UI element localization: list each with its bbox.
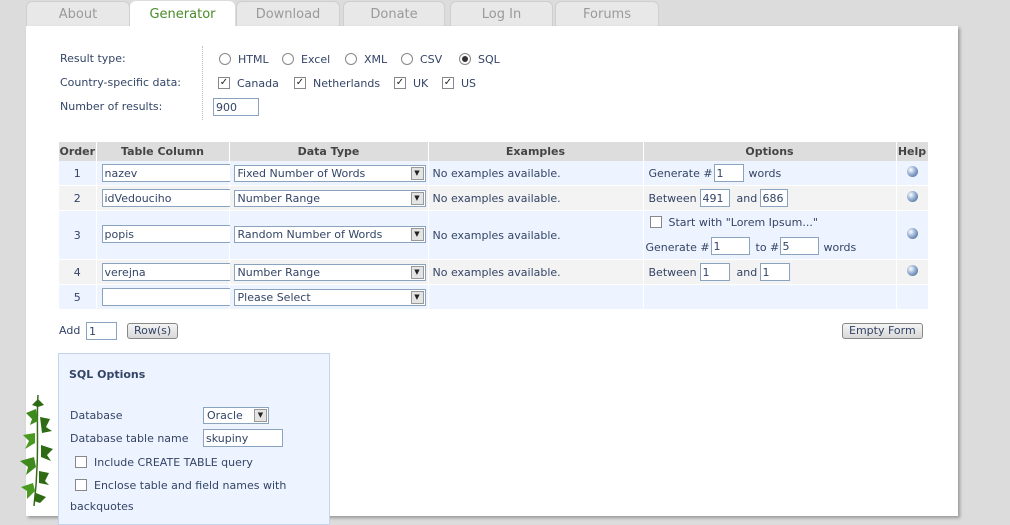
header-table-column: Table Column: [96, 142, 230, 161]
table-row: 2 Number Range▼ No examples available. B…: [59, 185, 929, 211]
result-type-label: Result type:: [60, 52, 126, 65]
range-min-input[interactable]: [699, 189, 730, 207]
column-name-input[interactable]: [101, 164, 232, 182]
database-label: Database: [70, 409, 123, 422]
column-name-input[interactable]: [101, 225, 232, 243]
chevron-down-icon: ▼: [410, 167, 424, 180]
tab-about[interactable]: About: [26, 1, 130, 26]
tab-download[interactable]: Download: [236, 1, 340, 26]
row-order: 3: [59, 210, 97, 260]
option-label: words: [823, 241, 857, 254]
words-count-input[interactable]: [713, 164, 744, 182]
option-label: to #: [755, 241, 780, 254]
examples-text: No examples available.: [428, 185, 644, 211]
table-name-input[interactable]: [203, 429, 283, 447]
sql-options-title: SQL Options: [69, 368, 146, 381]
result-type-html[interactable]: HTML: [219, 52, 269, 66]
tab-generator[interactable]: Generator: [130, 1, 235, 28]
include-create-table-checkbox[interactable]: Include CREATE TABLE query: [75, 455, 253, 469]
result-type-sql[interactable]: SQL: [459, 52, 500, 66]
add-rows-button[interactable]: Row(s): [127, 323, 179, 339]
table-row: 5 Please Select ▼: [59, 284, 929, 310]
chevron-down-icon: ▼: [410, 266, 424, 279]
examples-text: No examples available.: [428, 161, 644, 186]
row-order: 1: [59, 161, 97, 186]
option-label: and: [736, 266, 758, 279]
add-label: Add: [59, 324, 81, 337]
option-label: Generate #: [648, 167, 713, 180]
column-name-input[interactable]: [101, 189, 232, 207]
help-icon[interactable]: [906, 191, 918, 202]
chevron-down-icon: ▼: [410, 228, 424, 241]
help-icon[interactable]: [906, 228, 918, 239]
option-label: Between: [648, 192, 697, 205]
ivy-decoration: [20, 395, 53, 506]
option-label: words: [748, 167, 782, 180]
num-results-input[interactable]: [213, 98, 259, 116]
examples-text: No examples available.: [428, 210, 644, 260]
range-min-input[interactable]: [699, 263, 730, 281]
lorem-ipsum-checkbox[interactable]: Start with "Lorem Ipsum...": [649, 215, 818, 229]
table-name-label: Database table name: [70, 432, 189, 445]
data-type-select[interactable]: Fixed Number of Words ▼: [233, 165, 426, 182]
tab-log-in[interactable]: Log In: [450, 1, 553, 26]
option-label: and: [736, 192, 758, 205]
settings-divider: [202, 46, 203, 120]
table-row: 1 Fixed Number of Words▼ No examples ava…: [59, 161, 929, 186]
result-type-excel[interactable]: Excel: [282, 52, 330, 66]
column-name-input[interactable]: [101, 263, 232, 281]
column-name-input[interactable]: [101, 288, 232, 306]
add-rows-input[interactable]: [86, 322, 117, 340]
header-examples: Examples: [428, 142, 644, 161]
option-label: Between: [648, 266, 697, 279]
examples-text: No examples available.: [428, 259, 644, 285]
country-us-checkbox[interactable]: ✓ US: [442, 76, 476, 90]
range-max-input[interactable]: [759, 189, 788, 207]
chevron-down-icon: ▼: [410, 291, 424, 304]
help-icon[interactable]: [906, 166, 918, 177]
row-order: 2: [59, 185, 97, 211]
option-label: Generate #: [645, 241, 710, 254]
header-options: Options: [643, 142, 897, 161]
sql-options-panel: SQL Options Database Oracle ▼ Database ta…: [58, 353, 330, 525]
header-help: Help: [896, 142, 929, 161]
header-data-type: Data Type: [229, 142, 429, 161]
words-min-input[interactable]: [710, 237, 750, 255]
country-canada-checkbox[interactable]: ✓ Canada: [218, 76, 279, 90]
country-data-label: Country-specific data:: [60, 76, 182, 89]
database-select[interactable]: Oracle ▼: [203, 407, 269, 424]
row-order: 5: [59, 284, 97, 310]
tab-forums[interactable]: Forums: [555, 1, 659, 26]
country-uk-checkbox[interactable]: ✓ UK: [394, 76, 428, 90]
chevron-down-icon: ▼: [410, 192, 424, 205]
header-order: Order: [59, 142, 97, 161]
data-type-select[interactable]: Please Select ▼: [233, 289, 426, 306]
words-max-input[interactable]: [779, 237, 819, 255]
row-order: 4: [59, 259, 97, 285]
generator-panel: Result type: Country-specific data: Numb…: [26, 26, 958, 525]
data-type-select[interactable]: Number Range ▼: [233, 264, 426, 281]
table-row: 4 Number Range▼ No examples available. B…: [59, 259, 929, 285]
range-max-input[interactable]: [759, 263, 790, 281]
enclose-backquotes-checkbox[interactable]: Enclose table and field names with: [75, 478, 286, 492]
num-results-label: Number of results:: [60, 100, 163, 113]
tab-donate[interactable]: Donate: [343, 1, 445, 26]
columns-table: Order Table Column Data Type Examples Op…: [59, 142, 929, 310]
help-icon[interactable]: [906, 265, 918, 276]
table-row: 3 Random Number of Words▼ No examples av…: [59, 210, 929, 260]
country-netherlands-checkbox[interactable]: ✓ Netherlands: [294, 76, 380, 90]
data-type-select[interactable]: Number Range ▼: [233, 190, 426, 207]
empty-form-button[interactable]: Empty Form: [842, 323, 923, 339]
chevron-down-icon: ▼: [254, 409, 267, 422]
result-type-xml[interactable]: XML: [345, 52, 387, 66]
result-type-csv[interactable]: CSV: [401, 52, 442, 66]
enclose-backquotes-label: backquotes: [70, 500, 134, 513]
data-type-select[interactable]: Random Number of Words ▼: [233, 226, 426, 243]
